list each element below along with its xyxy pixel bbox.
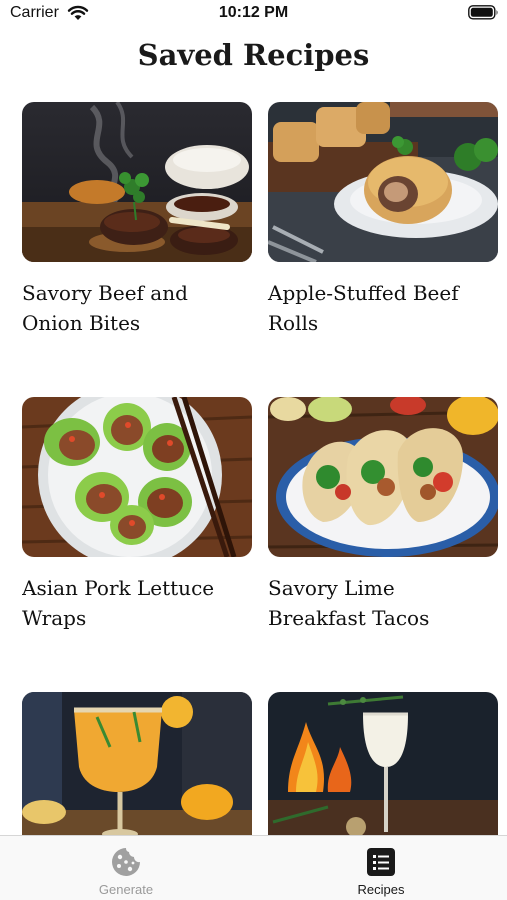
recipe-name[interactable]: Savory Beef and Onion Bites bbox=[22, 278, 252, 338]
recipe-card[interactable]: Savory Lime Breakfast Tacos bbox=[268, 397, 498, 633]
clock-time: 10:12 PM bbox=[218, 4, 289, 21]
recipe-card[interactable] bbox=[22, 692, 252, 835]
list-icon bbox=[367, 848, 395, 876]
recipe-photo[interactable] bbox=[22, 692, 252, 835]
page-title: Saved Recipes bbox=[137, 38, 370, 72]
recipe-photo[interactable] bbox=[268, 397, 498, 557]
recipe-card[interactable] bbox=[268, 692, 498, 835]
recipe-photo[interactable] bbox=[22, 102, 252, 262]
tab-recipes-label: Recipes bbox=[357, 882, 405, 897]
recipe-photo[interactable] bbox=[268, 692, 498, 835]
recipe-name[interactable]: Savory Lime Breakfast Tacos bbox=[268, 573, 498, 633]
recipe-name[interactable]: Asian Pork Lettuce Wraps bbox=[22, 573, 252, 633]
recipe-card[interactable]: Apple-Stuffed Beef Rolls bbox=[268, 102, 498, 338]
tab-generate[interactable]: Generate bbox=[26, 836, 226, 900]
recipe-photo[interactable] bbox=[268, 102, 498, 262]
status-bar: Carrier 10:12 PM bbox=[0, 0, 507, 28]
recipe-card[interactable]: Savory Beef and Onion Bites bbox=[22, 102, 252, 338]
recipe-photo[interactable] bbox=[22, 397, 252, 557]
recipe-name[interactable]: Apple-Stuffed Beef Rolls bbox=[268, 278, 498, 338]
tab-generate-label: Generate bbox=[98, 882, 154, 897]
cookie-icon bbox=[112, 848, 140, 876]
tab-bar: Generate Recipes bbox=[0, 835, 507, 900]
recipe-card[interactable]: Asian Pork Lettuce Wraps bbox=[22, 397, 252, 633]
recipe-grid: Savory Beef and Onion Bites Apple-Stuffe… bbox=[22, 102, 498, 835]
battery-icon bbox=[468, 5, 498, 20]
tab-recipes[interactable]: Recipes bbox=[281, 836, 481, 900]
